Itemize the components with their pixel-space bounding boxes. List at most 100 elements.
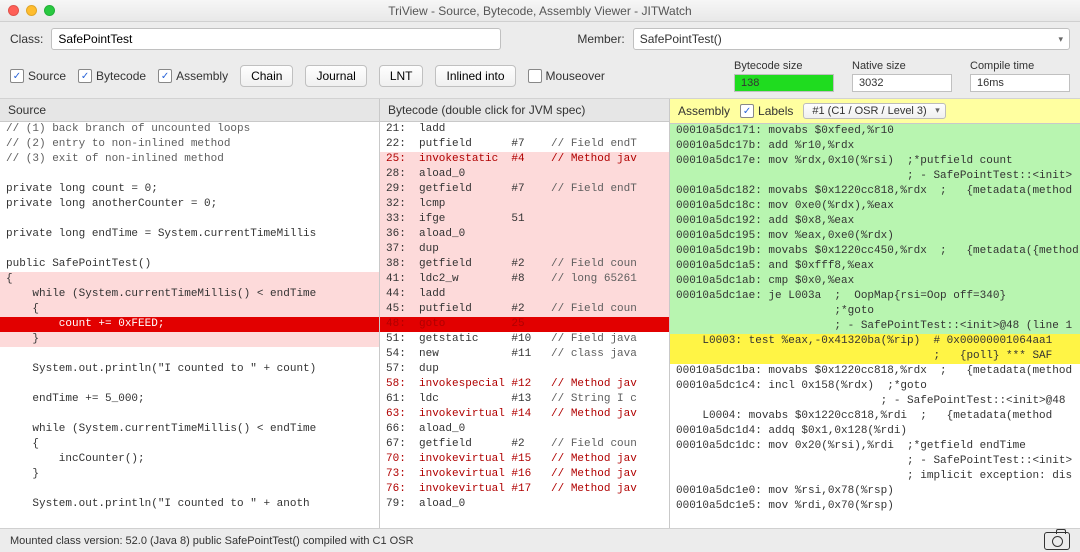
- bytecode-line[interactable]: 44: ladd: [380, 287, 669, 302]
- bytecode-line[interactable]: 48: goto 25: [380, 317, 669, 332]
- source-line[interactable]: private long anotherCounter = 0;: [0, 197, 379, 212]
- status-text: Mounted class version: 52.0 (Java 8) pub…: [10, 535, 414, 547]
- journal-button[interactable]: Journal: [305, 65, 366, 87]
- source-line[interactable]: System.out.println("I counted to " + cou…: [0, 362, 379, 377]
- bytecode-line[interactable]: 54: new #11 // class java: [380, 347, 669, 362]
- check-icon: ✓: [158, 69, 172, 83]
- asm-line[interactable]: 00010a5dc1e0: mov %rsi,0x78(%rsp): [670, 484, 1080, 499]
- source-line[interactable]: [0, 482, 379, 497]
- asm-line[interactable]: ; - SafePointTest::<init>: [670, 169, 1080, 184]
- asm-line[interactable]: 00010a5dc1a5: and $0xfff8,%eax: [670, 259, 1080, 274]
- asm-line[interactable]: 00010a5dc17b: add %r10,%rdx: [670, 139, 1080, 154]
- asm-line[interactable]: 00010a5dc192: add $0x8,%eax: [670, 214, 1080, 229]
- zoom-icon[interactable]: [44, 5, 55, 16]
- bytecode-line[interactable]: 37: dup: [380, 242, 669, 257]
- bytecode-line[interactable]: 58: invokespecial #12 // Method jav: [380, 377, 669, 392]
- asm-line[interactable]: 00010a5dc195: mov %eax,0xe0(%rdx): [670, 229, 1080, 244]
- bytecode-line[interactable]: 29: getfield #7 // Field endT: [380, 182, 669, 197]
- source-line[interactable]: endTime += 5_000;: [0, 392, 379, 407]
- asm-line[interactable]: 00010a5dc18c: mov 0xe0(%rdx),%eax: [670, 199, 1080, 214]
- source-line[interactable]: {: [0, 302, 379, 317]
- bytecode-line[interactable]: 25: invokestatic #4 // Method jav: [380, 152, 669, 167]
- assembly-checkbox[interactable]: ✓ Assembly: [158, 69, 228, 83]
- bytecode-line[interactable]: 45: putfield #2 // Field coun: [380, 302, 669, 317]
- source-line[interactable]: private long endTime = System.currentTim…: [0, 227, 379, 242]
- bytecode-body[interactable]: 21: ladd 22: putfield #7 // Field endT25…: [380, 122, 669, 528]
- inlined-button[interactable]: Inlined into: [435, 65, 515, 87]
- asm-line[interactable]: ; - SafePointTest::<init>@48 (line 1: [670, 319, 1080, 334]
- bytecode-line[interactable]: 61: ldc #13 // String I c: [380, 392, 669, 407]
- bytecode-line[interactable]: 70: invokevirtual #15 // Method jav: [380, 452, 669, 467]
- source-line[interactable]: incCounter();: [0, 452, 379, 467]
- source-line[interactable]: public SafePointTest(): [0, 257, 379, 272]
- asm-line[interactable]: ;*goto: [670, 304, 1080, 319]
- class-input[interactable]: [51, 28, 501, 50]
- bytecode-checkbox[interactable]: ✓ Bytecode: [78, 69, 146, 83]
- bytecode-line[interactable]: 79: aload_0: [380, 497, 669, 512]
- asm-line[interactable]: 00010a5dc182: movabs $0x1220cc818,%rdx ;…: [670, 184, 1080, 199]
- source-line[interactable]: private long count = 0;: [0, 182, 379, 197]
- bytecode-line[interactable]: 51: getstatic #10 // Field java: [380, 332, 669, 347]
- bytecode-line[interactable]: 21: ladd: [380, 122, 669, 137]
- asm-line[interactable]: 00010a5dc1ba: movabs $0x1220cc818,%rdx ;…: [670, 364, 1080, 379]
- source-body[interactable]: // (1) back branch of uncounted loops// …: [0, 122, 379, 528]
- bytecode-line[interactable]: 32: lcmp: [380, 197, 669, 212]
- asm-line[interactable]: 00010a5dc17e: mov %rdx,0x10(%rsi) ;*putf…: [670, 154, 1080, 169]
- source-checkbox[interactable]: ✓ Source: [10, 69, 66, 83]
- bytecode-line[interactable]: 33: ifge 51: [380, 212, 669, 227]
- source-line[interactable]: // (3) exit of non-inlined method: [0, 152, 379, 167]
- bytecode-line[interactable]: 22: putfield #7 // Field endT: [380, 137, 669, 152]
- asm-line[interactable]: 00010a5dc171: movabs $0xfeed,%r10: [670, 124, 1080, 139]
- bytecode-line[interactable]: 67: getfield #2 // Field coun: [380, 437, 669, 452]
- bytecode-line[interactable]: 76: invokevirtual #17 // Method jav: [380, 482, 669, 497]
- asm-line[interactable]: L0003: test %eax,-0x41320ba(%rip) # 0x00…: [670, 334, 1080, 349]
- asm-line[interactable]: 00010a5dc1ab: cmp $0x0,%eax: [670, 274, 1080, 289]
- source-line[interactable]: [0, 167, 379, 182]
- mouseover-checkbox[interactable]: Mouseover: [528, 69, 605, 83]
- asm-line[interactable]: 00010a5dc1c4: incl 0x158(%rdx) ;*goto: [670, 379, 1080, 394]
- assembly-body[interactable]: 00010a5dc171: movabs $0xfeed,%r1000010a5…: [670, 124, 1080, 528]
- source-line[interactable]: System.out.println("I counted to " + ano…: [0, 497, 379, 512]
- asm-line[interactable]: ; implicit exception: dis: [670, 469, 1080, 484]
- asm-line[interactable]: ; {poll} *** SAF: [670, 349, 1080, 364]
- asm-line[interactable]: 00010a5dc1ae: je L003a ; OopMap{rsi=Oop …: [670, 289, 1080, 304]
- source-line[interactable]: [0, 242, 379, 257]
- asm-line[interactable]: ; - SafePointTest::<init>: [670, 454, 1080, 469]
- source-line[interactable]: [0, 377, 379, 392]
- toolbar-row: ✓ Source ✓ Bytecode ✓ Assembly Chain Jou…: [0, 56, 1080, 99]
- bytecode-line[interactable]: 38: getfield #2 // Field coun: [380, 257, 669, 272]
- bytecode-line[interactable]: 41: ldc2_w #8 // long 65261: [380, 272, 669, 287]
- source-line[interactable]: }: [0, 332, 379, 347]
- lnt-button[interactable]: LNT: [379, 65, 424, 87]
- member-dropdown[interactable]: SafePointTest() ▾: [633, 28, 1070, 50]
- source-line[interactable]: while (System.currentTimeMillis() < endT…: [0, 422, 379, 437]
- bytecode-line[interactable]: 66: aload_0: [380, 422, 669, 437]
- close-icon[interactable]: [8, 5, 19, 16]
- minimize-icon[interactable]: [26, 5, 37, 16]
- source-line[interactable]: [0, 407, 379, 422]
- source-line[interactable]: // (1) back branch of uncounted loops: [0, 122, 379, 137]
- source-line[interactable]: {: [0, 272, 379, 287]
- bytecode-line[interactable]: 73: invokevirtual #16 // Method jav: [380, 467, 669, 482]
- labels-checkbox[interactable]: ✓ Labels: [740, 104, 793, 118]
- source-line[interactable]: count += 0xFEED;: [0, 317, 379, 332]
- asm-line[interactable]: 00010a5dc1dc: mov 0x20(%rsi),%rdi ;*getf…: [670, 439, 1080, 454]
- source-line[interactable]: // (2) entry to non-inlined method: [0, 137, 379, 152]
- source-line[interactable]: }: [0, 467, 379, 482]
- bytecode-line[interactable]: 28: aload_0: [380, 167, 669, 182]
- source-line[interactable]: {: [0, 437, 379, 452]
- chain-button[interactable]: Chain: [240, 65, 293, 87]
- asm-line[interactable]: 00010a5dc19b: movabs $0x1220cc450,%rdx ;…: [670, 244, 1080, 259]
- source-line[interactable]: [0, 347, 379, 362]
- bytecode-line[interactable]: 63: invokevirtual #14 // Method jav: [380, 407, 669, 422]
- bytecode-line[interactable]: 36: aload_0: [380, 227, 669, 242]
- bytecode-line[interactable]: 57: dup: [380, 362, 669, 377]
- asm-line[interactable]: 00010a5dc1e5: mov %rdi,0x70(%rsp): [670, 499, 1080, 514]
- asm-line[interactable]: 00010a5dc1d4: addq $0x1,0x128(%rdi): [670, 424, 1080, 439]
- asm-line[interactable]: L0004: movabs $0x1220cc818,%rdi ; {metad…: [670, 409, 1080, 424]
- asm-line[interactable]: ; - SafePointTest::<init>@48: [670, 394, 1080, 409]
- asm-select[interactable]: #1 (C1 / OSR / Level 3): [803, 103, 945, 119]
- source-line[interactable]: while (System.currentTimeMillis() < endT…: [0, 287, 379, 302]
- native-size-metric: Native size 3032: [852, 60, 952, 92]
- source-line[interactable]: [0, 212, 379, 227]
